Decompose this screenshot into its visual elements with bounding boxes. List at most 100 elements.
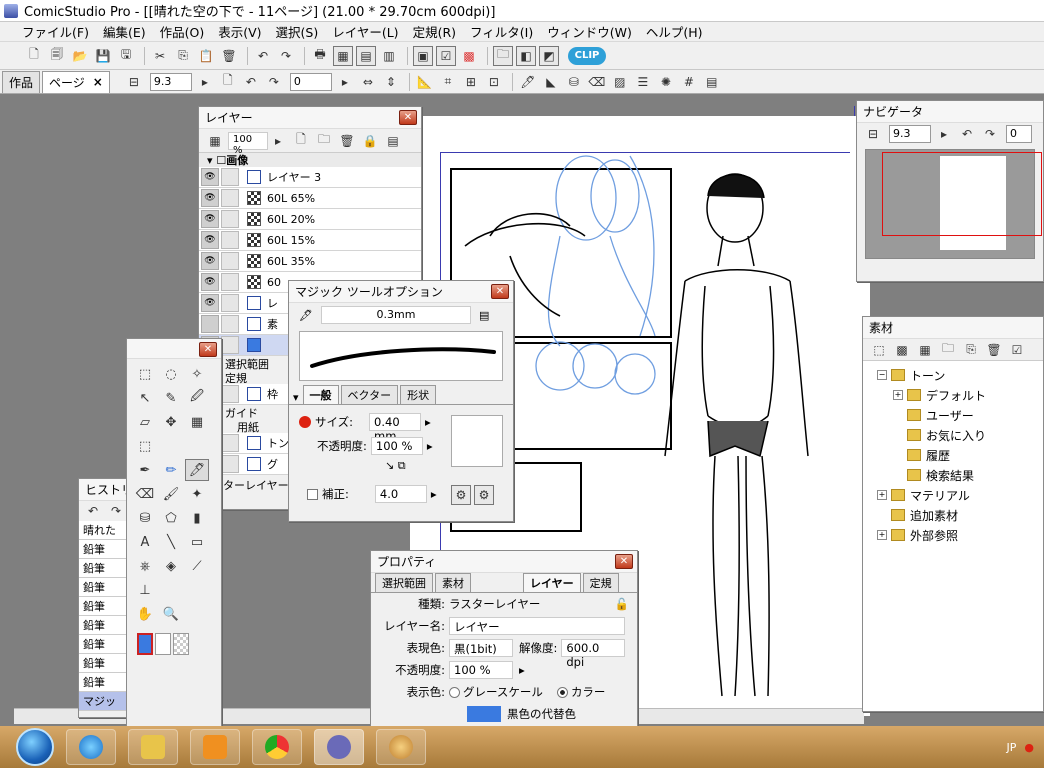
snap-icon[interactable]: ⊞ bbox=[461, 72, 481, 92]
navigator-panel-icon[interactable]: ◩ bbox=[539, 45, 559, 66]
object-icon[interactable]: ⬚ bbox=[133, 435, 157, 457]
tools-panel-header[interactable]: ✕ bbox=[127, 339, 221, 359]
eye-icon[interactable]: 👁 bbox=[201, 294, 219, 312]
navigator-preview[interactable] bbox=[865, 149, 1042, 259]
open-icon[interactable]: 📂 bbox=[70, 46, 90, 66]
redo-icon[interactable]: ↷ bbox=[106, 501, 126, 521]
tab-work[interactable]: 作品 bbox=[2, 70, 41, 93]
story-icon[interactable]: ▥ bbox=[379, 46, 399, 66]
hand-icon[interactable]: ✋ bbox=[133, 603, 157, 625]
navigator-rotation-field[interactable]: 0 bbox=[1006, 125, 1032, 143]
close-icon[interactable]: ✕ bbox=[615, 554, 633, 569]
color-palette-icon[interactable]: ▩ bbox=[459, 46, 479, 66]
rotate-left-icon[interactable]: ↶ bbox=[957, 124, 977, 144]
new-layer-icon[interactable]: 🗋 bbox=[291, 131, 311, 151]
materials-tree-item[interactable]: − トーン bbox=[877, 365, 1043, 385]
layer-group-header[interactable]: ▾ ☐ 画像 bbox=[199, 153, 421, 167]
page-fit-icon[interactable]: 🗋 bbox=[218, 72, 238, 92]
magic-tool-options-header[interactable]: マジック ツールオプション ✕ bbox=[289, 281, 513, 303]
delete-layer-icon[interactable]: 🗑 bbox=[337, 131, 357, 151]
expand-icon[interactable]: − bbox=[877, 370, 887, 380]
save-icon[interactable]: 💾 bbox=[93, 46, 113, 66]
fill-icon[interactable]: ⛁ bbox=[133, 507, 157, 529]
material-delete-icon[interactable]: 🗑 bbox=[984, 340, 1004, 360]
copy-icon[interactable]: ⎘ bbox=[173, 46, 193, 66]
materials-tree-item[interactable]: + デフォルト bbox=[877, 385, 1043, 405]
size-arrow-icon[interactable]: ▸ bbox=[425, 415, 431, 429]
eraser-tool-icon[interactable]: ⌫ bbox=[133, 483, 157, 505]
window-panel-icon[interactable]: ◧ bbox=[516, 45, 536, 66]
settings-icon[interactable]: ⚙ bbox=[451, 485, 471, 505]
layer-menu-icon[interactable]: ▤ bbox=[383, 131, 403, 151]
pressure-icons[interactable]: ↘ ⧉ bbox=[385, 459, 406, 473]
burst-icon[interactable]: ✺ bbox=[656, 72, 676, 92]
layer-panel-header[interactable]: レイヤー ✕ bbox=[199, 107, 421, 129]
zoom-arrow-icon[interactable]: ▸ bbox=[934, 124, 954, 144]
rotation-arrow-icon[interactable]: ▸ bbox=[335, 72, 355, 92]
pencil-tool-icon[interactable]: ✏ bbox=[159, 459, 183, 481]
brush-tool-icon[interactable]: 🖌 bbox=[159, 483, 183, 505]
correction-checkbox[interactable] bbox=[307, 488, 318, 500]
navigator-zoom-field[interactable]: 9.3 bbox=[889, 125, 931, 143]
tab-vector[interactable]: ベクター bbox=[340, 385, 399, 404]
layer-move-icon[interactable]: ▱ bbox=[133, 411, 157, 433]
panel-check-icon[interactable]: ☑ bbox=[436, 45, 456, 66]
drawing-color-swatch[interactable] bbox=[137, 633, 153, 655]
hatch-icon[interactable]: ▨ bbox=[610, 72, 630, 92]
menu-ruler[interactable]: 定規(R) bbox=[413, 22, 456, 41]
redo-icon[interactable]: ↷ bbox=[276, 46, 296, 66]
taskbar-paint[interactable] bbox=[376, 729, 426, 765]
rectangle-icon[interactable]: ▭ bbox=[185, 531, 209, 553]
brush-size-display[interactable]: 0.3mm bbox=[320, 306, 471, 324]
eye-icon[interactable] bbox=[201, 315, 219, 333]
materials-tree-item[interactable]: ユーザー bbox=[877, 405, 1043, 425]
gradient-icon[interactable]: ▮ bbox=[185, 507, 209, 529]
menu-help[interactable]: ヘルプ(H) bbox=[646, 22, 703, 41]
blend-mode-icon[interactable]: ▦ bbox=[205, 131, 225, 151]
stamp-icon[interactable]: ⎈ bbox=[133, 555, 157, 577]
airbrush-icon[interactable]: ✦ bbox=[185, 483, 209, 505]
menu-window[interactable]: ウィンドウ(W) bbox=[547, 22, 632, 41]
print-icon[interactable]: 🖶 bbox=[310, 46, 330, 66]
pen-icon[interactable]: 🖊 bbox=[518, 72, 538, 92]
eye-icon[interactable]: 👁 bbox=[201, 189, 219, 207]
menu-filter[interactable]: フィルタ(I) bbox=[470, 22, 533, 41]
layer-row[interactable]: 👁 60L 65% bbox=[199, 188, 421, 209]
frame-icon[interactable]: ▦ bbox=[185, 411, 209, 433]
zoom-icon[interactable]: 🔍 bbox=[159, 603, 183, 625]
white-color-swatch[interactable] bbox=[155, 633, 171, 655]
fit-icon[interactable]: ⊟ bbox=[863, 124, 883, 144]
material-copy-icon[interactable]: ⎘ bbox=[961, 340, 981, 360]
eye-icon[interactable]: 👁 bbox=[201, 273, 219, 291]
new-page-icon[interactable]: 🗐 bbox=[47, 46, 67, 66]
line-icon[interactable]: ╲ bbox=[159, 531, 183, 553]
ruler-pen-icon[interactable]: ⟋ bbox=[185, 555, 209, 577]
clip-logo-icon[interactable]: CLIP bbox=[568, 46, 606, 65]
layer-row[interactable]: 👁 レイヤー 3 bbox=[199, 167, 421, 188]
color-radio[interactable] bbox=[556, 686, 568, 698]
menu-edit[interactable]: 編集(E) bbox=[103, 22, 146, 41]
navigator-viewport[interactable] bbox=[882, 152, 1042, 236]
zoom-arrow-icon[interactable]: ▸ bbox=[195, 72, 215, 92]
material-check-icon[interactable]: ☑ bbox=[1007, 340, 1027, 360]
view-layout-icon[interactable]: ▦ bbox=[333, 45, 353, 66]
tab-selection[interactable]: 選択範囲 bbox=[375, 573, 433, 592]
undo-icon[interactable]: ↶ bbox=[83, 501, 103, 521]
grid-hash-icon[interactable]: # bbox=[679, 72, 699, 92]
material-pattern-icon[interactable]: ▦ bbox=[915, 340, 935, 360]
folder-panel-icon[interactable]: 🗀 bbox=[493, 45, 513, 66]
zoom-field[interactable]: 9.3 bbox=[149, 72, 192, 91]
expand-icon[interactable]: + bbox=[877, 490, 887, 500]
eye-icon[interactable]: 👁 bbox=[201, 210, 219, 228]
resolution-field[interactable]: 600.0 dpi bbox=[561, 639, 626, 669]
collapse-icon[interactable]: ▾ bbox=[293, 391, 299, 404]
tab-layer[interactable]: レイヤー bbox=[523, 573, 581, 592]
flip-h-icon[interactable]: ⇔ bbox=[358, 72, 378, 92]
menu-file[interactable]: ファイル(F) bbox=[22, 22, 89, 41]
bucket-icon[interactable]: ⛁ bbox=[564, 72, 584, 92]
rotate-right-icon[interactable]: ↷ bbox=[980, 124, 1000, 144]
menu-select[interactable]: 選択(S) bbox=[276, 22, 319, 41]
tab-general[interactable]: 一般 bbox=[302, 385, 339, 404]
delete-icon[interactable]: 🗑 bbox=[219, 46, 239, 66]
close-icon[interactable]: ✕ bbox=[399, 110, 417, 125]
